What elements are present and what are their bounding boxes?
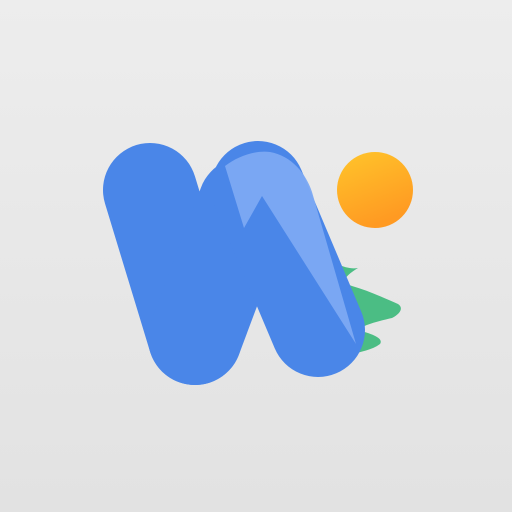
app-icon-canvas	[0, 0, 512, 512]
sun-shape	[337, 152, 413, 228]
wallpaper-logo-icon	[103, 141, 413, 385]
